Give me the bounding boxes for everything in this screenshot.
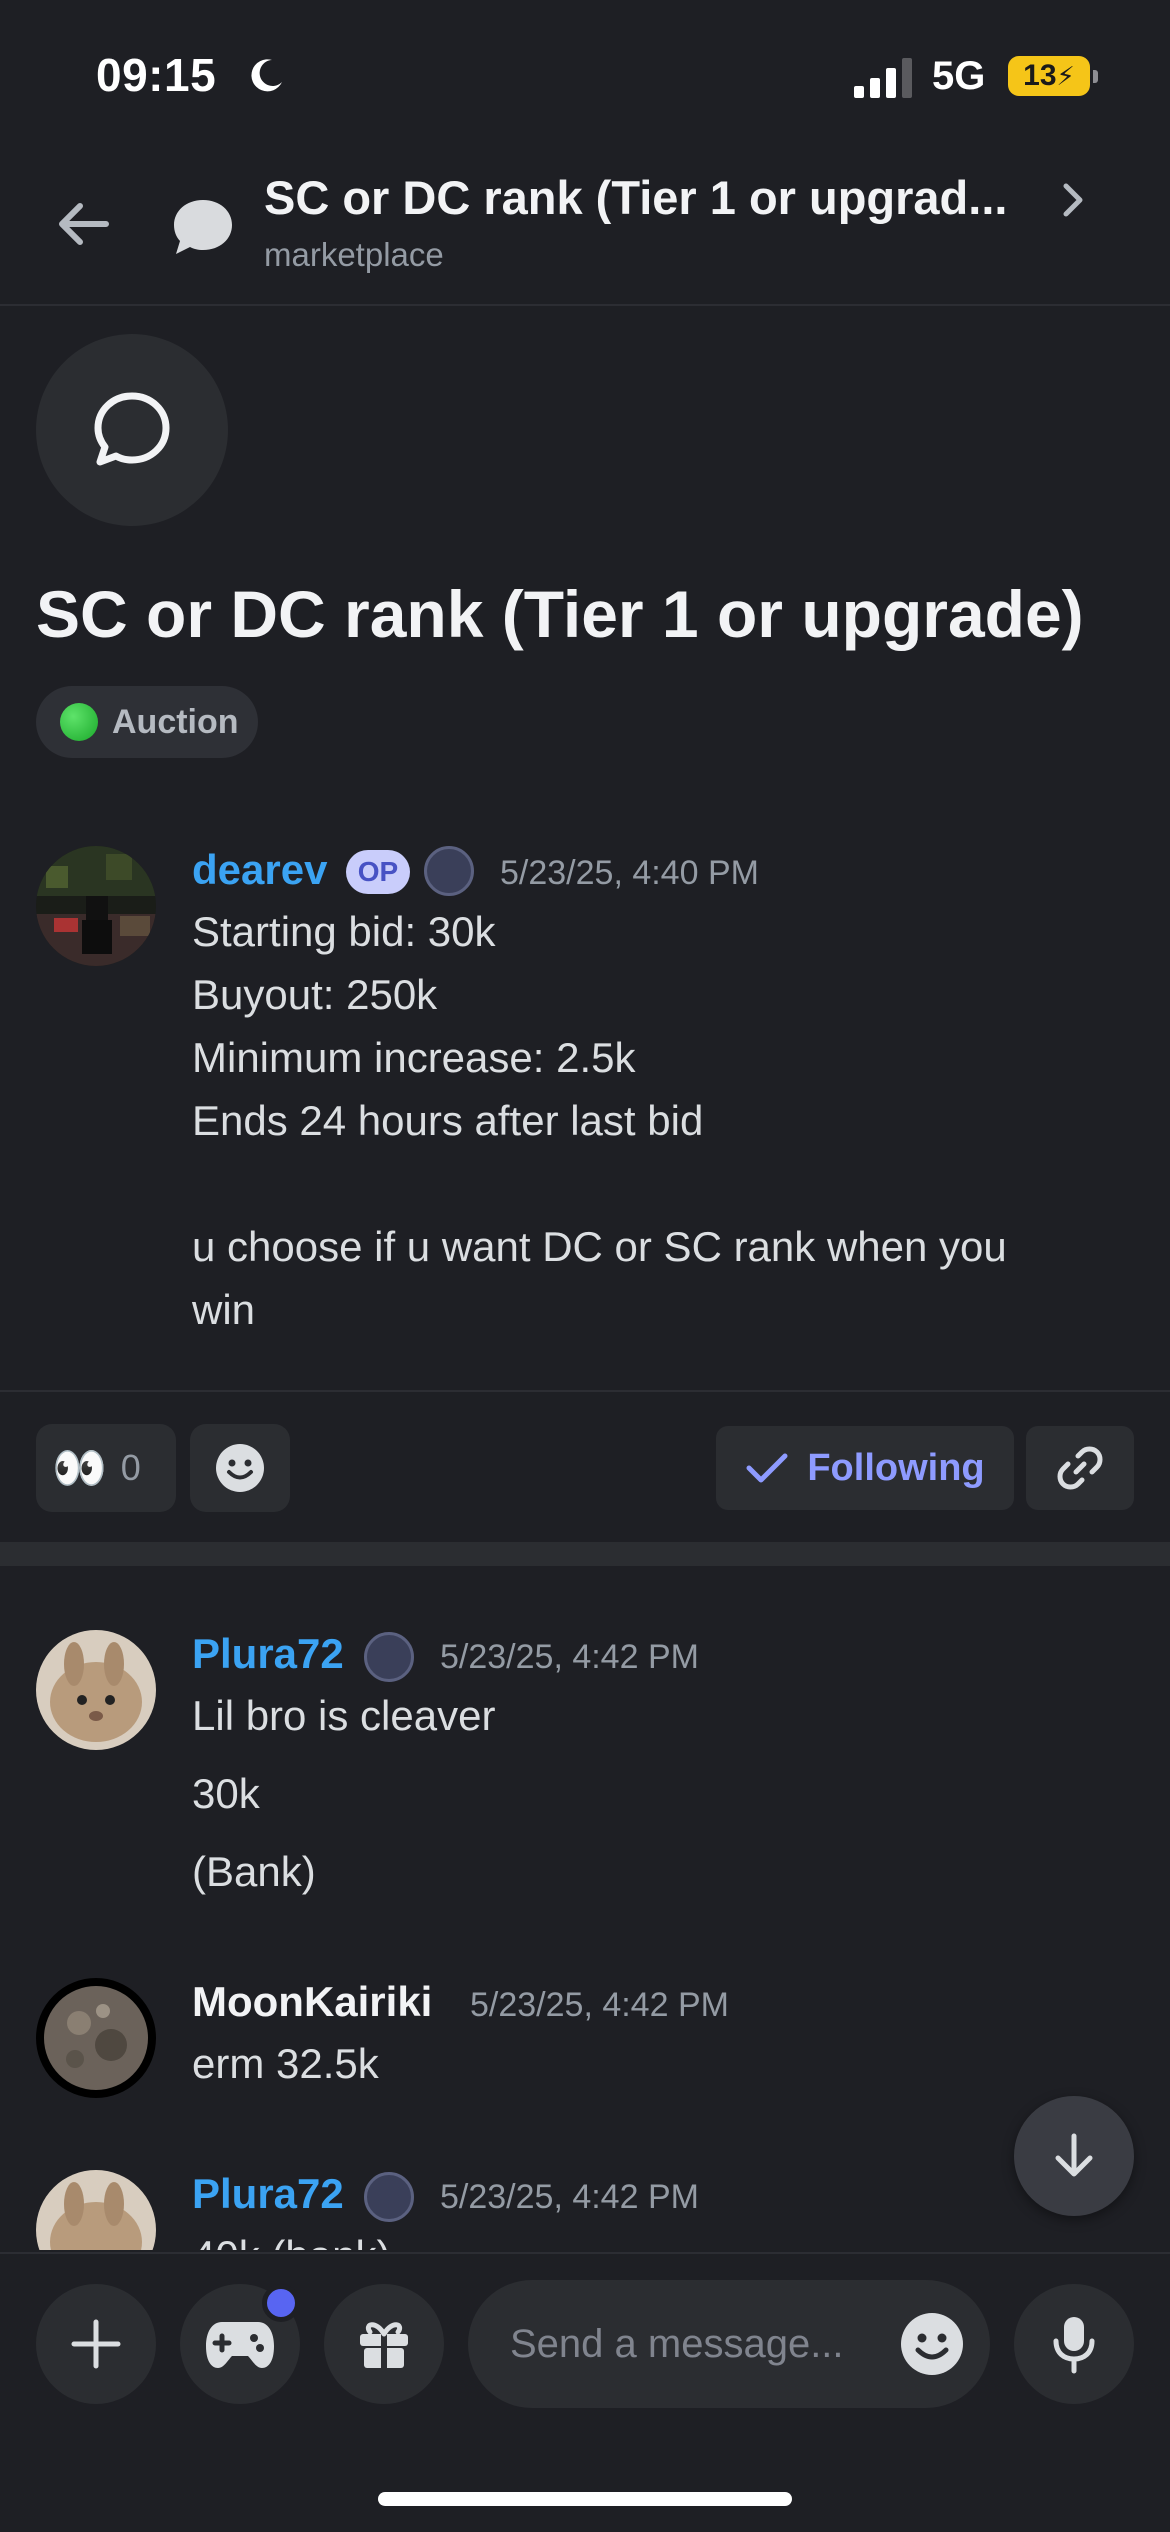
messages-clip: Plura72 5/23/25, 4:42 PM 40k (bank)	[0, 2160, 1170, 2250]
header-channel-name[interactable]: marketplace	[264, 236, 444, 274]
message-author[interactable]: Plura72	[192, 2170, 344, 2218]
following-label: Following	[807, 1446, 985, 1489]
forum-tag[interactable]: Auction	[36, 686, 258, 758]
checkmark-icon	[746, 1453, 788, 1483]
link-icon	[1057, 1446, 1103, 1490]
header-title[interactable]: SC or DC rank (Tier 1 or upgrad...	[264, 170, 1007, 225]
moon-icon	[251, 59, 282, 92]
message-author[interactable]: dearev	[192, 846, 327, 894]
add-reaction-button[interactable]	[190, 1424, 290, 1512]
message-timestamp: 5/23/25, 4:42 PM	[440, 2178, 699, 2216]
divider	[0, 1390, 1170, 1392]
avatar[interactable]	[36, 846, 156, 966]
message-line: 30k	[192, 1770, 260, 1817]
signal-icon	[854, 58, 912, 98]
avatar[interactable]	[36, 1978, 156, 2098]
section-separator	[0, 1542, 1170, 1566]
message-author[interactable]: Plura72	[192, 1630, 344, 1678]
message-line: Buyout: 250k	[192, 971, 438, 1018]
thread-title: SC or DC rank (Tier 1 or upgrade)	[36, 577, 1084, 651]
green-circle-icon	[60, 703, 98, 741]
status-bar: 09:15 5G 13 ⚡	[0, 0, 1170, 150]
message-input-placeholder: Send a message...	[510, 2321, 844, 2366]
charging-icon: ⚡	[1056, 60, 1075, 91]
op-badge: OP	[346, 850, 410, 894]
copy-link-button[interactable]	[1026, 1426, 1134, 1510]
chat-bubble-icon	[94, 392, 170, 466]
message-input[interactable]: Send a message...	[468, 2280, 990, 2408]
reaction-eyes[interactable]: 👀 0	[36, 1424, 176, 1512]
avatar[interactable]	[36, 1630, 156, 1750]
gift-icon	[360, 2322, 408, 2368]
role-badge-icon	[364, 2172, 414, 2222]
plus-icon	[71, 2319, 121, 2369]
arrow-down-icon	[1055, 2133, 1093, 2177]
voice-message-button[interactable]	[1014, 2284, 1134, 2404]
message-line: Starting bid: 30k	[192, 908, 496, 955]
message-line: 40k (bank)	[192, 2232, 390, 2250]
smiley-icon	[216, 1444, 264, 1492]
message-timestamp: 5/23/25, 4:42 PM	[440, 1638, 699, 1676]
message-line: Ends 24 hours after last bid	[192, 1097, 704, 1144]
message-line: u choose if u want DC or SC rank when yo…	[192, 1223, 1007, 1270]
emoji-icon[interactable]	[898, 2310, 966, 2378]
microphone-icon	[1053, 2317, 1095, 2374]
message-line: erm 32.5k	[192, 2040, 379, 2087]
chevron-right-icon[interactable]	[1058, 180, 1088, 220]
message-composer: Send a message...	[0, 2252, 1170, 2532]
message-line: (Bank)	[192, 1848, 316, 1895]
tag-label: Auction	[112, 702, 239, 741]
battery-indicator: 13 ⚡	[1008, 56, 1098, 96]
notification-dot	[262, 2284, 300, 2322]
avatar[interactable]	[36, 2170, 156, 2250]
home-indicator[interactable]	[378, 2492, 792, 2506]
message-line: Lil bro is cleaver	[192, 1692, 496, 1739]
gift-button[interactable]	[324, 2284, 444, 2404]
message-line: win	[192, 1286, 256, 1333]
thread-bubble-icon	[174, 200, 232, 254]
following-button[interactable]: Following	[716, 1426, 1014, 1510]
message-line: Minimum increase: 2.5k	[192, 1034, 636, 1081]
message-timestamp: 5/23/25, 4:42 PM	[470, 1986, 729, 2024]
thread-hero-icon	[36, 334, 228, 526]
attach-button[interactable]	[36, 2284, 156, 2404]
role-badge-icon	[364, 1632, 414, 1682]
back-arrow-icon[interactable]	[52, 192, 116, 256]
message-author[interactable]: MoonKairiki	[192, 1978, 432, 2026]
jump-to-bottom-button[interactable]	[1014, 2096, 1134, 2216]
channel-header: SC or DC rank (Tier 1 or upgrad... marke…	[0, 150, 1170, 306]
battery-level: 13	[1023, 59, 1057, 92]
message-timestamp: 5/23/25, 4:40 PM	[500, 854, 759, 892]
status-time: 09:15	[96, 49, 217, 101]
role-badge-icon	[424, 846, 474, 896]
eyes-emoji: 👀	[52, 1444, 107, 1493]
network-label: 5G	[932, 54, 986, 98]
gamepad-icon	[206, 2322, 274, 2368]
reaction-count: 0	[120, 1447, 141, 1488]
